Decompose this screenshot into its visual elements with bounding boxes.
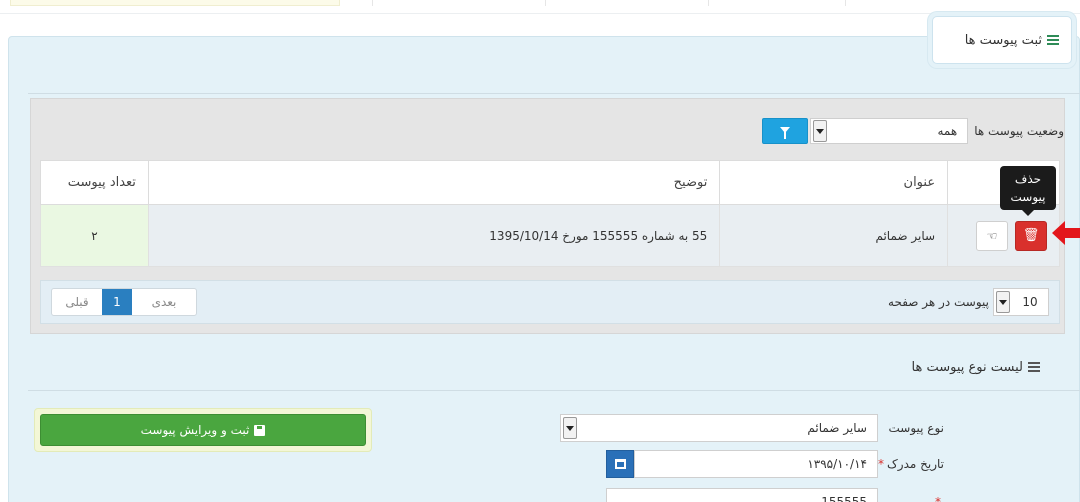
attachments-table: عملیات عنوان توضیح تعداد پیوست 🗑☜ سایر ض… [40, 160, 1060, 267]
panel-title: ثبت پیوست ها [932, 16, 1072, 64]
pointer-icon: ☜ [986, 228, 998, 243]
calendar-button[interactable] [606, 450, 634, 478]
divider [845, 0, 846, 6]
filter-button[interactable] [762, 118, 809, 144]
per-page: 10 پیوست در هر صفحه [888, 288, 1049, 316]
chevron-down-icon [563, 417, 577, 439]
divider [28, 93, 1080, 94]
number-input[interactable]: 155555 [606, 488, 878, 502]
divider [372, 0, 373, 6]
table-row: 🗑☜ سایر ضمائم 55 به شماره 155555 مورخ 13… [40, 204, 1060, 267]
pager-row: قبلی 1 بعدی 10 پیوست در هر صفحه [40, 280, 1060, 324]
notice-strip [10, 0, 340, 6]
row-actions: 🗑☜ [947, 204, 1060, 267]
funnel-icon [780, 127, 791, 139]
per-page-value: 10 [1022, 295, 1038, 309]
attachment-type-value: سایر ضمائم [807, 421, 867, 435]
pagination: قبلی 1 بعدی [51, 288, 197, 316]
date-label: تاریخ مدرک* [878, 457, 944, 471]
top-strip [0, 0, 1080, 14]
number-row: * 155555 [606, 488, 944, 502]
panel-title-text: ثبت پیوست ها [964, 32, 1042, 48]
status-select-value: همه [937, 124, 958, 138]
section-title: لیست نوع پیوست ها [912, 360, 1040, 375]
red-arrow-icon [1052, 221, 1080, 245]
col-description: توضیح [147, 160, 721, 205]
col-title: عنوان [719, 160, 949, 205]
row-description: 55 به شماره 155555 مورخ 1395/10/14 [147, 204, 721, 267]
save-button-label: ثبت و ویرایش پیوست [140, 423, 250, 437]
filter-row: همه وضعیت پیوست ها [762, 118, 1064, 144]
per-page-label: پیوست در هر صفحه [888, 295, 989, 309]
divider [28, 390, 1080, 391]
date-input[interactable]: ۱۳۹۵/۱۰/۱۴ [634, 450, 878, 478]
trash-icon: 🗑 [1022, 227, 1040, 243]
col-count: تعداد پیوست [40, 160, 149, 205]
status-filter-label: وضعیت پیوست ها [974, 124, 1064, 138]
list-icon [1047, 34, 1059, 46]
divider [545, 0, 546, 6]
row-count: ۲ [40, 204, 149, 267]
attachment-type-select[interactable]: سایر ضمائم [560, 414, 878, 442]
number-label: * [935, 495, 941, 502]
calendar-icon [614, 459, 626, 469]
save-attachment-button[interactable]: ثبت و ویرایش پیوست [40, 414, 366, 446]
per-page-select[interactable]: 10 [993, 288, 1049, 316]
row-title: سایر ضمائم [719, 204, 949, 267]
view-attachment-button[interactable]: ☜ [976, 220, 1008, 251]
chevron-down-icon [996, 291, 1010, 313]
list-icon [1028, 362, 1040, 373]
prev-page-button[interactable]: قبلی [52, 289, 102, 315]
current-page-button[interactable]: 1 [102, 289, 132, 315]
section-title-text: لیست نوع پیوست ها [911, 360, 1023, 375]
save-icon [254, 424, 266, 436]
save-button-wrap: ثبت و ویرایش پیوست [34, 408, 372, 452]
type-row: نوع پیوست سایر ضمائم [560, 414, 944, 442]
next-page-button[interactable]: بعدی [132, 289, 196, 315]
chevron-down-icon [813, 120, 828, 142]
divider [708, 0, 709, 6]
type-label: نوع پیوست [888, 421, 944, 435]
status-select[interactable]: همه [810, 118, 969, 144]
delete-tooltip: حذف پیوست [1000, 166, 1056, 216]
date-row: تاریخ مدرک* ۱۳۹۵/۱۰/۱۴ [606, 450, 944, 478]
delete-attachment-button[interactable]: 🗑 [1015, 220, 1047, 251]
